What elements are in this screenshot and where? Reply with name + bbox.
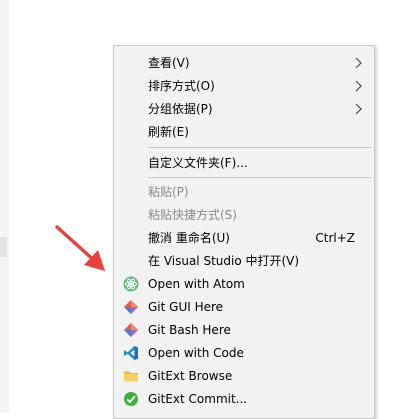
menu-item-label: 粘贴快捷方式(S) xyxy=(148,208,237,222)
context-menu: 查看(V) 排序方式(O) 分组依据(P) 刷新(E) 自定义文件夹(F)...… xyxy=(113,45,375,419)
menu-item-label: Open with Atom xyxy=(148,277,245,291)
menu-separator xyxy=(148,177,371,178)
check-icon xyxy=(124,392,138,406)
atom-icon xyxy=(123,276,139,292)
menu-item-open-atom[interactable]: Open with Atom xyxy=(114,273,374,295)
menu-item-gitext-browse[interactable]: GitExt Browse xyxy=(114,365,374,387)
git-icon xyxy=(124,300,138,314)
menu-item-label: 排序方式(O) xyxy=(148,79,215,93)
menu-item-label: 在 Visual Studio 中打开(V) xyxy=(148,254,300,268)
menu-item-gitext-commit[interactable]: GitExt Commit... xyxy=(114,388,374,410)
menu-separator xyxy=(148,147,371,148)
chevron-right-icon xyxy=(355,57,362,69)
menu-item-label: 刷新(E) xyxy=(148,125,189,139)
window-edge-notch xyxy=(0,237,7,257)
menu-item-label: Git GUI Here xyxy=(148,300,224,314)
menu-item-label: GitExt Browse xyxy=(148,369,233,383)
git-icon xyxy=(124,323,138,337)
folder-icon xyxy=(124,371,138,382)
menu-item-open-visual-studio[interactable]: 在 Visual Studio 中打开(V) xyxy=(114,250,374,272)
menu-item-open-code[interactable]: Open with Code xyxy=(114,342,374,364)
chevron-right-icon xyxy=(355,103,362,115)
menu-item-sort[interactable]: 排序方式(O) xyxy=(114,75,374,97)
shortcut-hint: Ctrl+Z xyxy=(315,231,355,245)
menu-item-view[interactable]: 查看(V) xyxy=(114,52,374,74)
chevron-right-icon xyxy=(355,80,362,92)
menu-item-paste[interactable]: 粘贴(P) xyxy=(114,181,374,203)
menu-item-git-bash[interactable]: Git Bash Here xyxy=(114,319,374,341)
menu-item-customize-folder[interactable]: 自定义文件夹(F)... xyxy=(114,152,374,174)
vscode-icon xyxy=(124,346,138,360)
menu-item-undo-rename[interactable]: 撤消 重命名(U) Ctrl+Z xyxy=(114,227,374,249)
window-left-edge xyxy=(0,0,9,413)
menu-item-label: Git Bash Here xyxy=(148,323,231,337)
menu-item-label: 撤消 重命名(U) xyxy=(148,231,230,245)
menu-item-label: GitExt Commit... xyxy=(148,392,248,406)
annotation-arrow-icon xyxy=(55,225,105,271)
menu-item-git-gui[interactable]: Git GUI Here xyxy=(114,296,374,318)
menu-item-paste-shortcut[interactable]: 粘贴快捷方式(S) xyxy=(114,204,374,226)
menu-item-label: 自定义文件夹(F)... xyxy=(148,156,248,170)
menu-item-label: 分组依据(P) xyxy=(148,102,213,116)
menu-item-group[interactable]: 分组依据(P) xyxy=(114,98,374,120)
menu-item-refresh[interactable]: 刷新(E) xyxy=(114,121,374,143)
menu-item-label: 查看(V) xyxy=(148,56,190,70)
menu-item-label: Open with Code xyxy=(148,346,244,360)
menu-item-label: 粘贴(P) xyxy=(148,185,189,199)
